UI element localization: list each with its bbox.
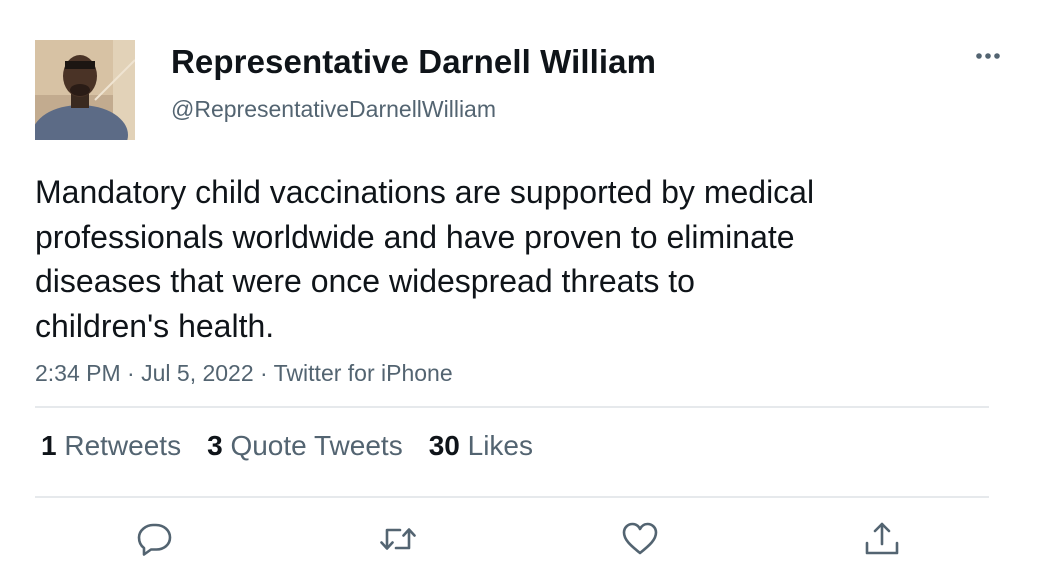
- more-icon: [976, 53, 1000, 59]
- share-button[interactable]: [862, 519, 902, 559]
- tweet-text-line: professionals worldwide and have proven …: [35, 218, 795, 255]
- retweet-icon: [380, 528, 416, 550]
- tweet-text-line: Mandatory child vaccinations are support…: [35, 174, 815, 210]
- tweet-source[interactable]: Twitter for iPhone: [274, 360, 453, 386]
- reply-button[interactable]: [135, 519, 175, 559]
- reply-icon: [137, 523, 172, 556]
- tweet-text-line: children's health.: [35, 307, 275, 344]
- tweet-metadata: 2:34 PM · Jul 5, 2022 · Twitter for iPho…: [35, 360, 453, 387]
- tweet-text-line: diseases that were once widespread threa…: [35, 263, 695, 299]
- like-icon: [622, 522, 658, 555]
- divider: [35, 406, 989, 408]
- likes-label: Likes: [467, 430, 534, 461]
- meta-separator: ·: [120, 360, 142, 386]
- retweet-button[interactable]: [378, 519, 418, 559]
- quote-tweets-label: Quote Tweets: [230, 430, 403, 461]
- more-options-button[interactable]: [968, 42, 1008, 70]
- user-handle[interactable]: @RepresentativeDarnellWilliam: [171, 96, 496, 123]
- quote-tweets-stat[interactable]: 3 Quote Tweets: [207, 430, 403, 462]
- retweets-count: 1: [41, 430, 57, 461]
- tweet-time[interactable]: 2:34 PM: [35, 360, 121, 386]
- meta-separator: ·: [253, 360, 274, 386]
- tweet-text: Mandatory child vaccinations are support…: [35, 170, 955, 348]
- divider: [35, 496, 989, 498]
- share-icon: [865, 522, 899, 555]
- like-button[interactable]: [620, 519, 660, 559]
- retweets-stat[interactable]: 1 Retweets: [41, 430, 181, 462]
- retweets-label: Retweets: [64, 430, 182, 461]
- avatar-image: [35, 40, 135, 140]
- likes-count: 30: [428, 430, 460, 461]
- tweet-stats: 1 Retweets 3 Quote Tweets 30 Likes: [41, 430, 559, 462]
- avatar[interactable]: [35, 40, 135, 140]
- quote-tweets-count: 3: [207, 430, 223, 461]
- likes-stat[interactable]: 30 Likes: [429, 430, 533, 462]
- display-name[interactable]: Representative Darnell William: [171, 43, 656, 81]
- tweet-date[interactable]: Jul 5, 2022: [141, 360, 254, 386]
